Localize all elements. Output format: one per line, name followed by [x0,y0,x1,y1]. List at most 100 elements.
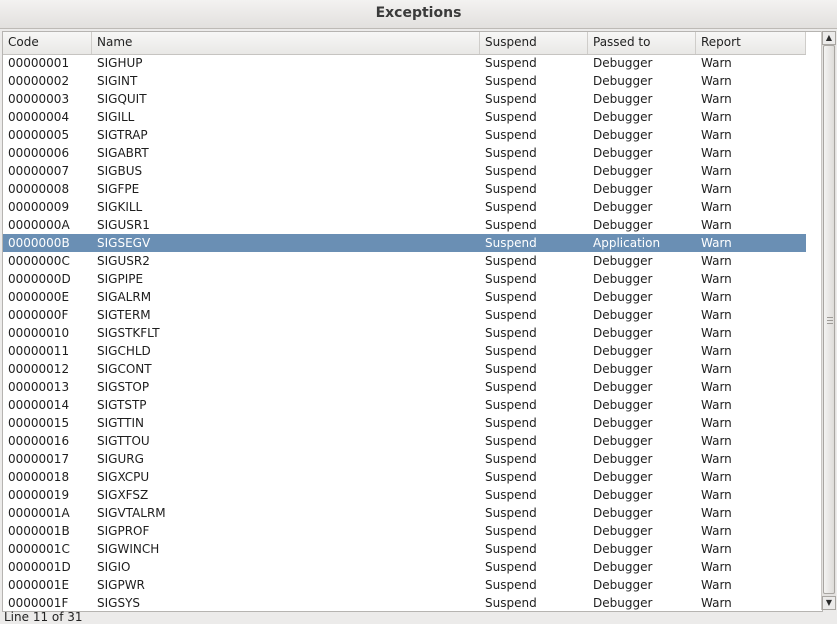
table-row[interactable]: 0000001A SIGVTALRM Suspend Debugger Warn [3,504,806,522]
cell-suspend: Suspend [485,272,537,286]
cell-passed-to: Debugger [593,164,653,178]
cell-passed-to: Debugger [593,362,653,376]
cell-name: SIGPROF [97,524,150,538]
cell-passed-to: Debugger [593,524,653,538]
table-row[interactable]: 0000001F SIGSYS Suspend Debugger Warn [3,594,806,611]
column-header-passed-to[interactable]: Passed to [588,32,696,54]
cell-report: Warn [701,470,732,484]
table-row[interactable]: 0000001C SIGWINCH Suspend Debugger Warn [3,540,806,558]
cell-suspend: Suspend [485,146,537,160]
table-row[interactable]: 00000004 SIGILL Suspend Debugger Warn [3,108,806,126]
table-row[interactable]: 00000015 SIGTTIN Suspend Debugger Warn [3,414,806,432]
cell-code: 0000001E [8,578,70,592]
cell-report: Warn [701,146,732,160]
cell-name: SIGWINCH [97,542,160,556]
cell-code: 0000000E [8,290,70,304]
cell-report: Warn [701,74,732,88]
cell-name: SIGSTKFLT [97,326,160,340]
table-row[interactable]: 00000010 SIGSTKFLT Suspend Debugger Warn [3,324,806,342]
cell-name: SIGHUP [97,56,143,70]
table-row[interactable]: 00000007 SIGBUS Suspend Debugger Warn [3,162,806,180]
vertical-scrollbar[interactable]: ▲ ▼ [821,31,836,610]
cell-suspend: Suspend [485,434,537,448]
cell-passed-to: Debugger [593,290,653,304]
cell-name: SIGSYS [97,596,141,610]
cell-suspend: Suspend [485,488,537,502]
cell-passed-to: Debugger [593,56,653,70]
cell-code: 0000000F [8,308,69,322]
cell-passed-to: Debugger [593,488,653,502]
table-row[interactable]: 0000000F SIGTERM Suspend Debugger Warn [3,306,806,324]
cell-suspend: Suspend [485,398,537,412]
table-row[interactable]: 0000001E SIGPWR Suspend Debugger Warn [3,576,806,594]
table-row[interactable]: 00000006 SIGABRT Suspend Debugger Warn [3,144,806,162]
cell-report: Warn [701,362,732,376]
table-row-selected[interactable]: 0000000B SIGSEGV Suspend Application Warn [3,234,806,252]
cell-passed-to: Debugger [593,578,653,592]
cell-report: Warn [701,110,732,124]
cell-report: Warn [701,218,732,232]
column-header-suspend[interactable]: Suspend [480,32,588,54]
cell-suspend: Suspend [485,200,537,214]
cell-name: SIGTTOU [97,434,150,448]
table-row[interactable]: 0000000A SIGUSR1 Suspend Debugger Warn [3,216,806,234]
table-row[interactable]: 00000019 SIGXFSZ Suspend Debugger Warn [3,486,806,504]
table-row[interactable]: 0000000E SIGALRM Suspend Debugger Warn [3,288,806,306]
cell-name: SIGVTALRM [97,506,166,520]
cell-suspend: Suspend [485,344,537,358]
table-row[interactable]: 00000011 SIGCHLD Suspend Debugger Warn [3,342,806,360]
cell-suspend: Suspend [485,596,537,610]
cell-name: SIGTERM [97,308,151,322]
cell-code: 00000014 [8,398,70,412]
table-row[interactable]: 0000000C SIGUSR2 Suspend Debugger Warn [3,252,806,270]
cell-name: SIGPIPE [97,272,144,286]
grip-line [827,323,833,324]
table-row[interactable]: 00000013 SIGSTOP Suspend Debugger Warn [3,378,806,396]
table-row[interactable]: 00000008 SIGFPE Suspend Debugger Warn [3,180,806,198]
table-row[interactable]: 00000003 SIGQUIT Suspend Debugger Warn [3,90,806,108]
cell-code: 00000002 [8,74,70,88]
cell-suspend: Suspend [485,362,537,376]
table-row[interactable]: 00000014 SIGTSTP Suspend Debugger Warn [3,396,806,414]
cell-passed-to: Debugger [593,272,653,286]
cell-name: SIGTRAP [97,128,148,142]
cell-passed-to: Debugger [593,308,653,322]
cell-code: 0000000A [8,218,70,232]
table-row[interactable]: 00000012 SIGCONT Suspend Debugger Warn [3,360,806,378]
table-row[interactable]: 00000017 SIGURG Suspend Debugger Warn [3,450,806,468]
table-row[interactable]: 0000000D SIGPIPE Suspend Debugger Warn [3,270,806,288]
table-row[interactable]: 00000016 SIGTTOU Suspend Debugger Warn [3,432,806,450]
cell-suspend: Suspend [485,110,537,124]
table-row[interactable]: 00000018 SIGXCPU Suspend Debugger Warn [3,468,806,486]
scroll-up-button[interactable]: ▲ [822,31,836,45]
scroll-down-button[interactable]: ▼ [822,596,836,610]
scroll-thumb[interactable] [823,45,835,594]
table-row[interactable]: 00000009 SIGKILL Suspend Debugger Warn [3,198,806,216]
cell-suspend: Suspend [485,128,537,142]
column-header-name[interactable]: Name [92,32,480,54]
column-header-code[interactable]: Code [3,32,92,54]
table-row[interactable]: 0000001D SIGIO Suspend Debugger Warn [3,558,806,576]
cell-report: Warn [701,560,732,574]
cell-report: Warn [701,254,732,268]
cell-suspend: Suspend [485,56,537,70]
cell-report: Warn [701,524,732,538]
cell-report: Warn [701,290,732,304]
table-row[interactable]: 00000001 SIGHUP Suspend Debugger Warn [3,54,806,72]
table-row[interactable]: 00000005 SIGTRAP Suspend Debugger Warn [3,126,806,144]
cell-suspend: Suspend [485,578,537,592]
cell-name: SIGXCPU [97,470,150,484]
cell-code: 00000004 [8,110,70,124]
table-row[interactable]: 0000001B SIGPROF Suspend Debugger Warn [3,522,806,540]
cell-suspend: Suspend [485,218,537,232]
cell-passed-to: Debugger [593,398,653,412]
column-header-report[interactable]: Report [696,32,806,54]
arrow-down-icon: ▼ [825,598,833,607]
cell-name: SIGALRM [97,290,152,304]
cell-report: Warn [701,56,732,70]
cell-report: Warn [701,596,732,610]
cell-passed-to: Debugger [593,416,653,430]
table-row[interactable]: 00000002 SIGINT Suspend Debugger Warn [3,72,806,90]
cell-name: SIGTTIN [97,416,144,430]
cell-passed-to: Debugger [593,470,653,484]
